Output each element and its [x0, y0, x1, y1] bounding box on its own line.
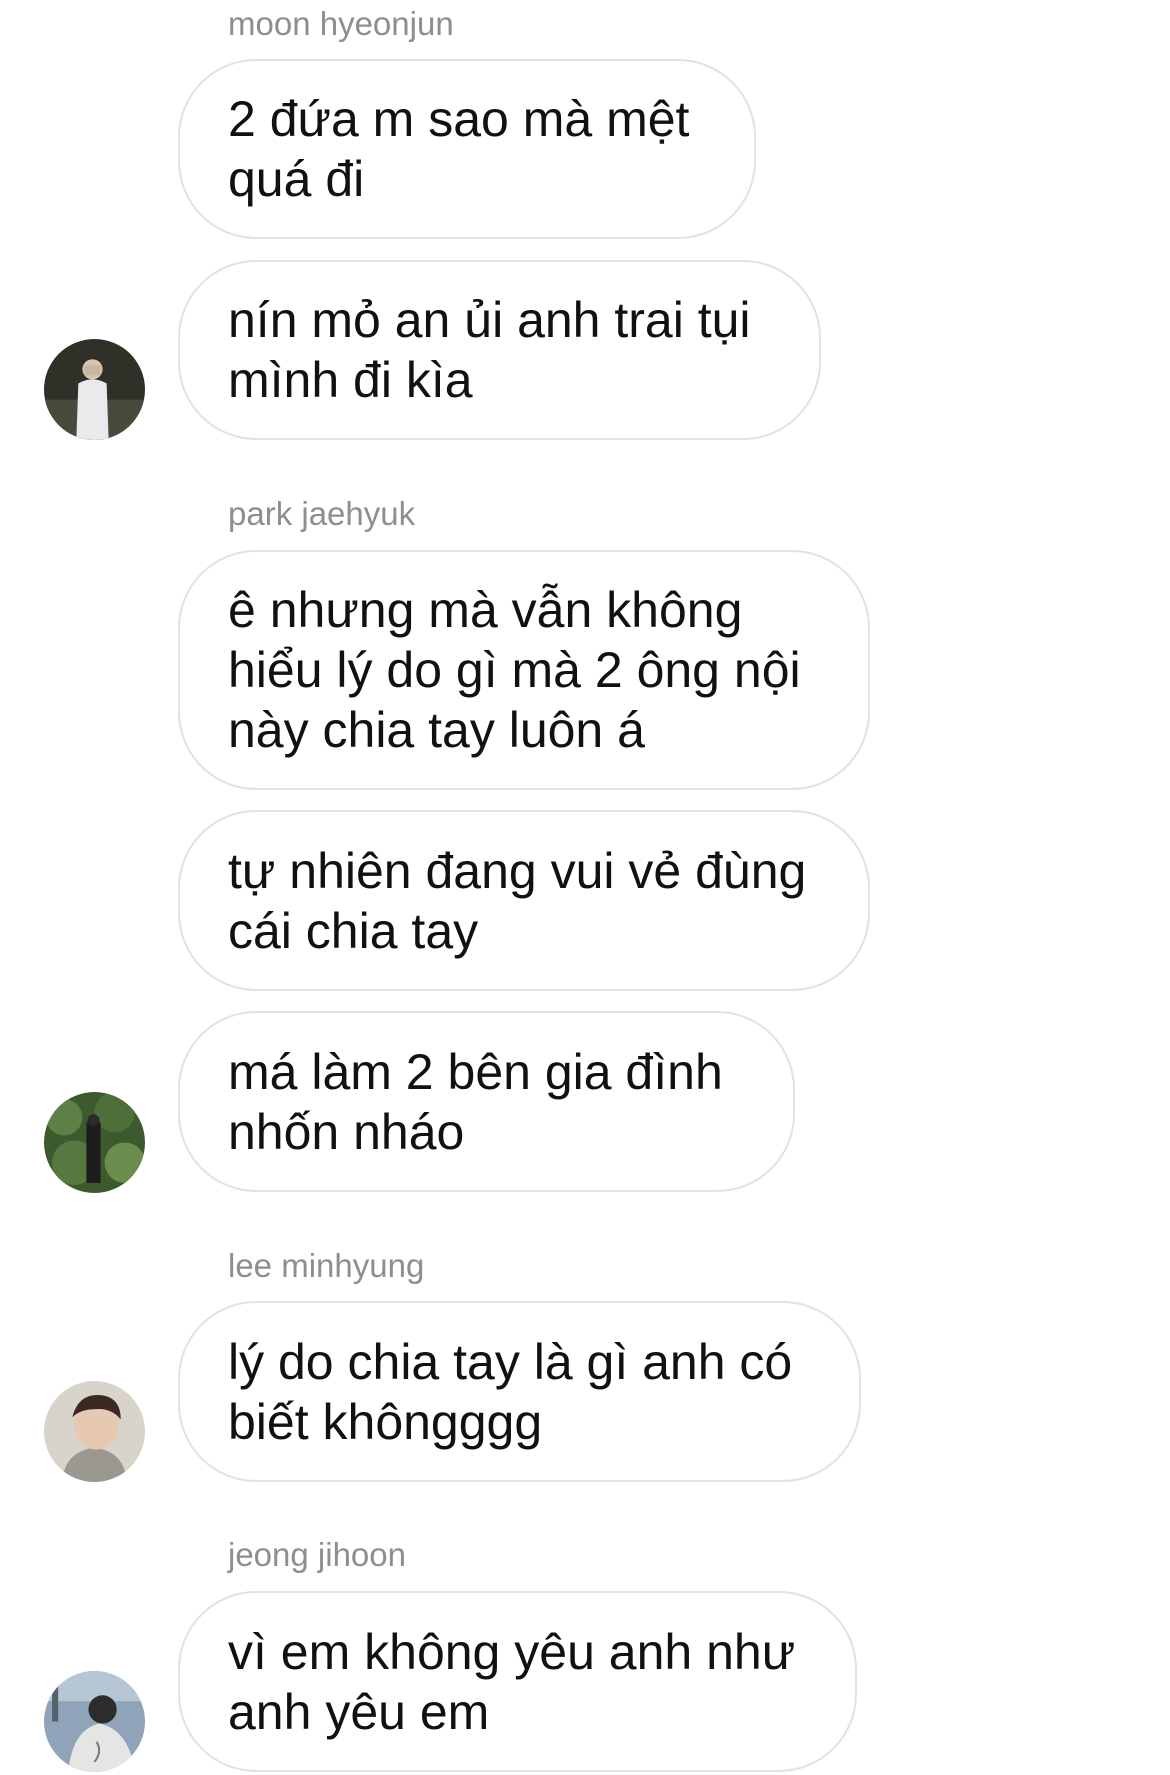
profile-photo-icon	[44, 339, 145, 440]
message-text: nín mỏ an ủi anh trai tụi mình đi kìa	[228, 292, 751, 408]
profile-photo-icon	[44, 1092, 145, 1193]
message-bubble[interactable]: ê nhưng mà vẫn không hiểu lý do gì mà 2 …	[178, 550, 870, 790]
sender-name-jeong-jihoon: jeong jihoon	[228, 1536, 406, 1573]
sender-name-moon-hyeonjun: moon hyeonjun	[228, 5, 454, 42]
avatar-lee-minhyung[interactable]	[44, 1381, 145, 1482]
avatar-jeong-jihoon[interactable]	[44, 1671, 145, 1772]
profile-photo-icon	[44, 1381, 145, 1482]
message-bubble[interactable]: vì em không yêu anh như anh yêu em	[178, 1591, 857, 1772]
sender-name-lee-minhyung: lee minhyung	[228, 1247, 425, 1284]
sender-name-park-jaehyuk: park jaehyuk	[228, 495, 416, 532]
message-text: vì em không yêu anh như anh yêu em	[228, 1623, 796, 1740]
message-bubble[interactable]: má làm 2 bên gia đình nhốn nháo	[178, 1011, 795, 1192]
avatar-moon-hyeonjun[interactable]	[44, 339, 145, 440]
message-bubble[interactable]: 2 đứa m sao mà mệt quá đi	[178, 59, 756, 239]
message-text: lý do chia tay là gì anh có biết khônggg…	[228, 1333, 793, 1450]
message-bubble[interactable]: tự nhiên đang vui vẻ đùng cái chia tay	[178, 810, 870, 991]
message-bubble[interactable]: nín mỏ an ủi anh trai tụi mình đi kìa	[178, 260, 821, 440]
message-text: tự nhiên đang vui vẻ đùng cái chia tay	[228, 842, 807, 959]
message-bubble[interactable]: lý do chia tay là gì anh có biết khônggg…	[178, 1301, 861, 1482]
avatar-park-jaehyuk[interactable]	[44, 1092, 145, 1193]
profile-photo-icon	[44, 1671, 145, 1772]
message-text: ê nhưng mà vẫn không hiểu lý do gì mà 2 …	[228, 582, 801, 758]
message-text: má làm 2 bên gia đình nhốn nháo	[228, 1043, 723, 1160]
message-text: 2 đứa m sao mà mệt quá đi	[228, 91, 690, 207]
